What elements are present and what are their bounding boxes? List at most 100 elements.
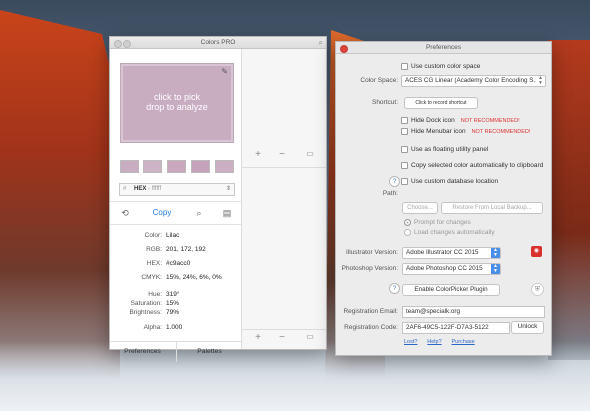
add-icon[interactable]: + (248, 332, 268, 343)
radio-button[interactable] (404, 229, 411, 236)
info-value: 15% (166, 300, 180, 307)
minimize-button[interactable] (123, 40, 131, 48)
unlock-button[interactable]: Unlock (511, 321, 544, 334)
info-key: Alpha: (143, 324, 162, 331)
photoshop-version-popup[interactable]: Adobe Photoshop CC 2015 ▲ ▼ (402, 263, 501, 275)
lost-link[interactable]: Lost? (404, 339, 417, 345)
tab-palettes[interactable]: Palettes (176, 342, 242, 362)
swatch-hint-2: drop to analyze (146, 102, 208, 112)
eyedropper-icon[interactable]: ✎ (221, 67, 228, 76)
info-value: Lilac (166, 232, 180, 239)
history-swatch[interactable] (120, 160, 139, 173)
history-swatch[interactable] (167, 160, 186, 173)
help-icon[interactable]: ? (389, 176, 400, 187)
divider (242, 329, 326, 330)
popup-value: Adobe Photoshop CC 2015 (406, 265, 483, 272)
tab-preferences[interactable]: Preferences (110, 342, 175, 362)
info-key: RGB: (146, 246, 162, 253)
custom-db-checkbox[interactable]: Use custom database location (401, 178, 498, 185)
window-title: Colors PRO (200, 39, 236, 46)
swatch-hint-1: click to pick (153, 92, 200, 102)
custom-color-space-checkbox[interactable]: Use custom color space (401, 63, 480, 70)
history-swatch[interactable] (143, 160, 162, 173)
checkbox-box[interactable] (401, 178, 408, 185)
info-value: 319° (166, 291, 180, 298)
format-select[interactable]: # HEX - ffffff ⇕ (119, 183, 235, 196)
help-link[interactable]: Help? (427, 339, 441, 345)
copy-auto-checkbox[interactable]: Copy selected color automatically to cli… (401, 162, 543, 169)
history-icon[interactable]: ⟲ (110, 202, 140, 224)
window-icon[interactable]: ▭ (300, 332, 320, 341)
info-value: 79% (166, 309, 180, 316)
checkbox-label: Use custom color space (411, 63, 481, 71)
format-example: - ffffff (148, 186, 162, 192)
colors-pro-window: Colors PRO ⌕ ✎ click to pick drop to ana… (109, 36, 327, 362)
popup-value: ACES CG Linear (Academy Color Encoding S… (405, 77, 539, 84)
close-button[interactable] (114, 40, 122, 48)
copy-button[interactable]: Copy (144, 202, 180, 224)
search-icon[interactable]: ⌕ (319, 37, 323, 48)
choose-button[interactable]: Choose... (402, 202, 438, 214)
info-key: HEX: (146, 260, 162, 267)
colors-titlebar: Colors PRO ⌕ (110, 37, 326, 49)
help-icon[interactable]: ? (389, 283, 400, 294)
checkbox-label: Copy selected color automatically to cli… (411, 162, 544, 170)
hash-icon: # (123, 186, 127, 192)
prefs-titlebar: Preferences (336, 42, 551, 54)
checkbox-label: Hide Menubar icon (411, 128, 466, 136)
toolbar: ⟲ Copy ⌕ ▤ (110, 201, 241, 225)
registration-code-field[interactable]: 2AF6-49C5-122F-D7A3-5122 (402, 322, 510, 334)
info-value: 201, 172, 192 (166, 246, 206, 253)
shield-icon[interactable]: ⛨ (531, 283, 544, 296)
checkbox-box[interactable] (401, 162, 408, 169)
add-icon[interactable]: + (248, 149, 268, 160)
window-icon[interactable]: ▭ (300, 149, 320, 158)
load-changes-radio[interactable]: Load changes automatically (404, 229, 495, 236)
hide-dock-checkbox[interactable]: Hide Dock icon NOT RECOMMENDED! (401, 117, 520, 124)
preferences-window: Preferences Use custom color space Color… (335, 41, 552, 356)
remove-icon[interactable]: − (272, 149, 292, 160)
illustrator-label: Illustrator Version: (345, 249, 398, 256)
restore-backup-button[interactable]: Restore From Local Backup... (441, 202, 543, 214)
format-label: HEX (134, 186, 147, 192)
chevron-updown-icon: ⇕ (225, 186, 231, 192)
radio-button[interactable] (404, 219, 411, 226)
info-value: 15%, 24%, 6%, 0% (166, 274, 222, 281)
radio-label: Prompt for changes (414, 219, 471, 227)
search-tool-icon[interactable]: ⌕ (184, 202, 214, 224)
illustrator-version-popup[interactable]: Adobe Illustrator CC 2015 ▲ ▼ (402, 247, 501, 259)
photoshop-label: Photoshop Version: (341, 265, 398, 272)
close-button[interactable] (340, 45, 348, 53)
checkbox-box[interactable] (401, 128, 408, 135)
history-swatch[interactable] (191, 160, 210, 173)
prompt-changes-radio[interactable]: Prompt for changes (404, 219, 471, 226)
info-value: #c9acc0 (166, 260, 191, 267)
color-space-label: Color Space: (360, 77, 398, 84)
purchase-link[interactable]: Purchase (451, 339, 474, 345)
window-title: Preferences (425, 44, 462, 51)
record-shortcut-button[interactable]: Click to record shortcut (404, 97, 478, 109)
checkbox-box[interactable] (401, 117, 408, 124)
checkbox-box[interactable] (401, 146, 408, 153)
info-key: Saturation: (130, 300, 162, 307)
history-swatch[interactable] (215, 160, 234, 173)
warning-text: NOT RECOMMENDED! (460, 118, 520, 125)
checkbox-label: Use custom database location (411, 178, 499, 186)
registration-email-field[interactable]: team@specialk.org (402, 306, 545, 318)
warning-text: NOT RECOMMENDED! (471, 129, 531, 136)
remove-icon[interactable]: − (272, 332, 292, 343)
document-icon[interactable]: ▤ (212, 202, 242, 224)
info-key: CMYK: (141, 274, 162, 281)
checkbox-box[interactable] (401, 63, 408, 70)
chevron-updown-icon: ▲ ▼ (536, 76, 545, 86)
chevron-updown-icon: ▲ ▼ (491, 264, 500, 274)
hide-menubar-checkbox[interactable]: Hide Menubar icon NOT RECOMMENDED! (401, 128, 530, 135)
floating-panel-checkbox[interactable]: Use as floating utility panel (401, 146, 488, 153)
color-swatch-dropzone[interactable]: ✎ click to pick drop to analyze (120, 63, 234, 143)
adobe-icon[interactable]: ◉ (531, 246, 542, 257)
links-row: Lost? Help? Purchase (404, 338, 475, 345)
enable-plugin-button[interactable]: Enable ColorPicker Plugin (402, 284, 500, 296)
info-key: Brightness: (129, 309, 162, 316)
color-space-popup[interactable]: ACES CG Linear (Academy Color Encoding S… (401, 75, 546, 87)
popup-value: Adobe Illustrator CC 2015 (406, 249, 479, 256)
